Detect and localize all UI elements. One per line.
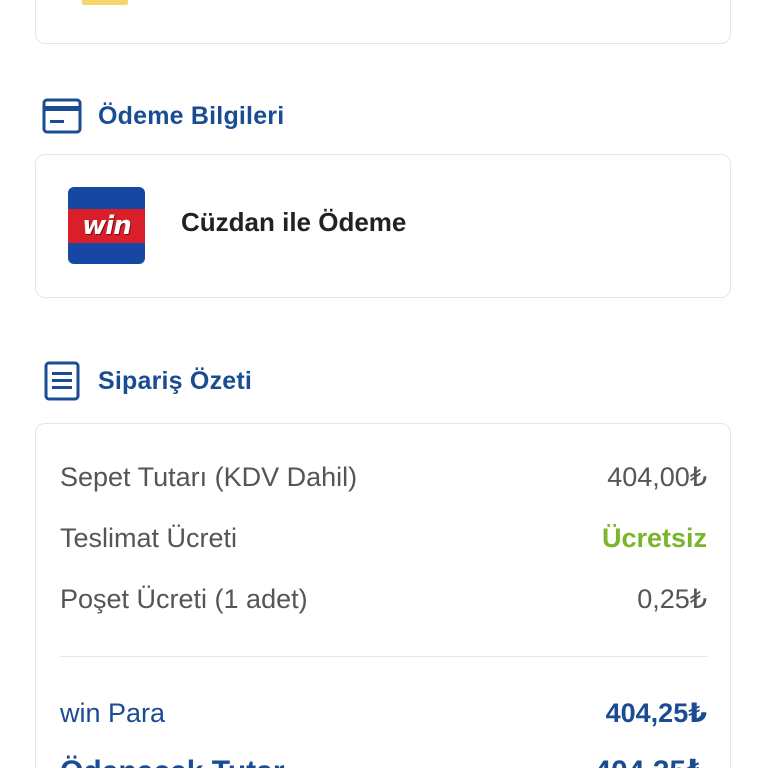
summary-row-label: Poşet Ücreti (1 adet) bbox=[60, 584, 308, 614]
summary-row-win-para: win Para 404,25₺ bbox=[60, 698, 707, 729]
product-card bbox=[35, 0, 731, 44]
summary-section-title: Sipariş Özeti bbox=[98, 366, 253, 395]
product-thumbnail bbox=[82, 0, 128, 5]
order-summary-card: Sepet Tutarı (KDV Dahil) 404,00₺ Teslima… bbox=[35, 423, 731, 768]
total-value: 404,25₺ bbox=[594, 754, 707, 768]
win-wallet-logo: win bbox=[68, 187, 145, 264]
summary-row-label: Sepet Tutarı (KDV Dahil) bbox=[60, 462, 358, 492]
document-list-icon bbox=[42, 361, 82, 401]
summary-row-label: Teslimat Ücreti bbox=[60, 523, 238, 553]
summary-row-bag-fee: Poşet Ücreti (1 adet) 0,25₺ bbox=[60, 584, 707, 615]
summary-row-total: Ödenecek Tutar 404,25₺ bbox=[60, 754, 707, 768]
win-para-label: win Para bbox=[60, 698, 166, 728]
payment-method-card[interactable]: win Cüzdan ile Ödeme bbox=[35, 154, 731, 298]
total-label: Ödenecek Tutar bbox=[60, 755, 285, 768]
summary-row-value: 0,25₺ bbox=[637, 584, 707, 614]
win-para-value: 404,25₺ bbox=[605, 698, 707, 728]
summary-row-value: 404,00₺ bbox=[607, 462, 707, 492]
payment-method-label: Cüzdan ile Ödeme bbox=[181, 207, 407, 237]
summary-row-cart-total: Sepet Tutarı (KDV Dahil) 404,00₺ bbox=[60, 462, 707, 493]
payment-section-title: Ödeme Bilgileri bbox=[98, 101, 285, 130]
credit-card-icon bbox=[42, 96, 82, 136]
win-logo-text: win bbox=[68, 208, 145, 243]
payment-section-header: Ödeme Bilgileri bbox=[42, 96, 284, 136]
summary-row-value: Ücretsiz bbox=[601, 523, 707, 553]
checkout-page: Ödeme Bilgileri win Cüzdan ile Ödeme Sip… bbox=[0, 0, 768, 768]
summary-divider bbox=[60, 656, 707, 657]
summary-section-header: Sipariş Özeti bbox=[42, 361, 252, 401]
summary-row-delivery-fee: Teslimat Ücreti Ücretsiz bbox=[60, 523, 707, 554]
